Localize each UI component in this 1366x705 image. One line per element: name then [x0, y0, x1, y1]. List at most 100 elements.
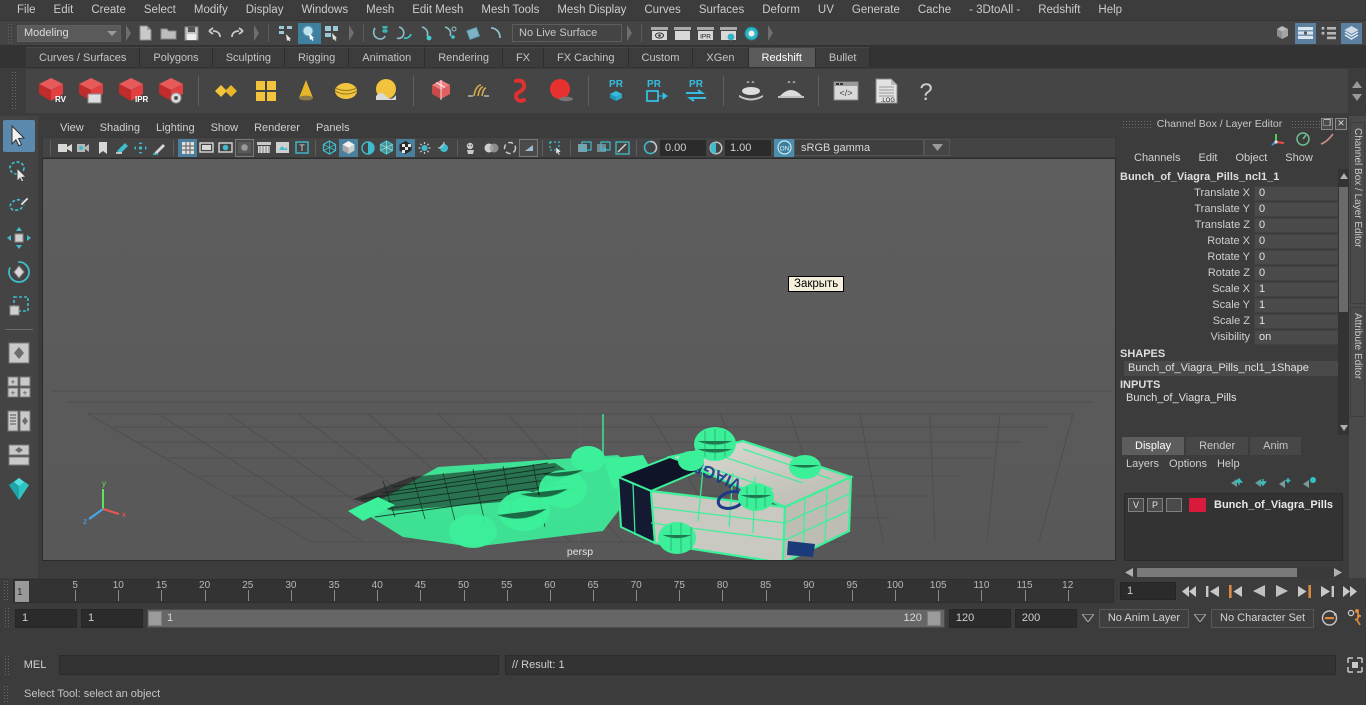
color-profile-field[interactable]: sRGB gamma: [794, 139, 924, 156]
panel-grip[interactable]: [1122, 119, 1152, 128]
exposure-value-field[interactable]: 0.00: [660, 139, 706, 156]
attr-value[interactable]: 0: [1254, 201, 1349, 217]
menu-file[interactable]: File: [8, 0, 45, 20]
four-view-layout-icon[interactable]: + + +: [3, 371, 35, 403]
anim-layer-combo[interactable]: No Anim Layer: [1098, 608, 1190, 628]
channel-box-toggle-icon[interactable]: [1341, 22, 1362, 44]
bookmark-icon[interactable]: [93, 139, 112, 157]
scroll-thumb[interactable]: [1339, 187, 1348, 312]
snap-to-view-plane-icon[interactable]: [462, 23, 485, 44]
auto-keyframe-toggle-icon[interactable]: [1318, 608, 1340, 628]
viewport-menu-show[interactable]: Show: [203, 122, 247, 134]
menu-edit[interactable]: Edit: [45, 0, 83, 20]
shade-all-icon[interactable]: [358, 139, 377, 157]
step-forward-frame-icon[interactable]: [1295, 582, 1314, 600]
attr-scale-z[interactable]: Scale Z 1: [1118, 313, 1349, 329]
layer-menu-layers[interactable]: Layers: [1126, 458, 1159, 470]
redshift-pr-export-icon[interactable]: PR: [637, 72, 675, 110]
channel-box-scrollbar[interactable]: [1338, 169, 1349, 435]
redshift-sphere-icon[interactable]: [542, 72, 580, 110]
shelf-tab-custom[interactable]: Custom: [628, 47, 694, 67]
speed-gauge-icon[interactable]: [1295, 132, 1311, 146]
command-input[interactable]: [59, 655, 499, 675]
color-management-toggle-icon[interactable]: ON: [774, 138, 794, 157]
text-display-icon[interactable]: T: [292, 139, 311, 157]
resolution-gate-icon[interactable]: [216, 139, 235, 157]
current-frame-field[interactable]: 1: [1120, 582, 1176, 600]
input-node-name[interactable]: Bunch_of_Viagra_Pills: [1118, 391, 1349, 406]
attr-translate-x[interactable]: Translate X 0: [1118, 185, 1349, 201]
redo-icon[interactable]: [226, 23, 249, 44]
attr-value[interactable]: 1: [1254, 297, 1349, 313]
new-scene-icon[interactable]: [134, 23, 157, 44]
xray-icon[interactable]: [575, 139, 594, 157]
animation-end-time-field[interactable]: 200: [1014, 608, 1077, 628]
film-gate-icon[interactable]: [197, 139, 216, 157]
range-start-handle[interactable]: [148, 610, 162, 626]
shelf-bookmark-crystal-icon[interactable]: [3, 473, 35, 505]
range-slider-grip[interactable]: [4, 607, 11, 629]
viewport-menu-lighting[interactable]: Lighting: [148, 122, 203, 134]
color-profile-dropdown[interactable]: [924, 139, 950, 156]
attr-scale-x[interactable]: Scale X 1: [1118, 281, 1349, 297]
menu-redshift[interactable]: Redshift: [1029, 0, 1089, 20]
select-by-object-type-icon[interactable]: [298, 22, 321, 44]
go-to-end-icon[interactable]: [1341, 582, 1360, 600]
perspective-viewport[interactable]: VIAGRA persp y z x Закрыть: [42, 158, 1116, 561]
snap-to-curve-icon[interactable]: [393, 23, 416, 44]
menu-edit-mesh[interactable]: Edit Mesh: [403, 0, 472, 20]
ambient-occlusion-icon[interactable]: [481, 139, 500, 157]
layer-horizontal-scrollbar[interactable]: [1124, 567, 1343, 578]
shelf-tab-rigging[interactable]: Rigging: [284, 47, 350, 67]
redshift-render-view-icon[interactable]: RV: [32, 72, 70, 110]
screen-space-ao-icon[interactable]: [519, 138, 538, 157]
script-editor-icon[interactable]: </>: [827, 72, 865, 110]
two-d-pan-icon[interactable]: [273, 139, 292, 157]
menu-mesh-tools[interactable]: Mesh Tools: [472, 0, 548, 20]
paint-select-tool[interactable]: [3, 188, 35, 220]
help-question-icon[interactable]: ?: [907, 72, 945, 110]
character-set-combo[interactable]: No Character Set: [1211, 608, 1314, 628]
xray-joints-icon[interactable]: [594, 139, 613, 157]
attr-value[interactable]: 1: [1254, 281, 1349, 297]
use-default-lighting-icon[interactable]: [415, 139, 434, 157]
undock-panel-icon[interactable]: ❐: [1321, 117, 1333, 130]
image-plane-icon[interactable]: [112, 139, 131, 157]
redo-render-icon[interactable]: [671, 23, 694, 44]
select-by-component-type-icon[interactable]: [321, 23, 344, 44]
attr-value[interactable]: 1: [1254, 313, 1349, 329]
playback-end-time-field[interactable]: 120: [948, 608, 1011, 628]
attr-rotate-y[interactable]: Rotate Y 0: [1118, 249, 1349, 265]
isolate-select-icon[interactable]: [547, 139, 566, 157]
xray-active-components-icon[interactable]: [613, 139, 632, 157]
help-line-grip[interactable]: [3, 684, 10, 703]
bake-all-icon[interactable]: [772, 72, 810, 110]
step-back-frame-icon[interactable]: [1226, 582, 1245, 600]
render-current-frame-icon[interactable]: [648, 23, 671, 44]
redshift-matte-icon[interactable]: [247, 72, 285, 110]
gamma-value-field[interactable]: 1.00: [725, 139, 771, 156]
hypershade-icon[interactable]: [740, 23, 763, 44]
scale-tool[interactable]: [3, 290, 35, 322]
anim-layer-dropdown-icon[interactable]: [1081, 609, 1095, 628]
redshift-volume-icon[interactable]: [422, 72, 460, 110]
live-surface-field[interactable]: No Live Surface: [512, 24, 622, 42]
hscroll-left-icon[interactable]: [1125, 568, 1134, 577]
two-d-pan-zoom-icon[interactable]: [131, 139, 150, 157]
menu-3dtoall[interactable]: - 3DtoAll -: [960, 0, 1029, 20]
redshift-environment-icon[interactable]: [367, 72, 405, 110]
select-tool[interactable]: [3, 120, 35, 152]
outliner-persp-layout-icon[interactable]: [3, 405, 35, 437]
shelf-tab-rendering[interactable]: Rendering: [425, 47, 503, 67]
curve-tool-icon[interactable]: [462, 72, 500, 110]
tab-anim[interactable]: Anim: [1250, 437, 1302, 455]
command-language-label[interactable]: MEL: [17, 659, 53, 671]
layer-name[interactable]: Bunch_of_Viagra_Pills: [1214, 499, 1333, 511]
single-perspective-layout-icon[interactable]: [3, 337, 35, 369]
wireframe-shading-icon[interactable]: [320, 139, 339, 157]
layer-display-type-toggle[interactable]: [1166, 497, 1182, 512]
scroll-down-icon[interactable]: [1339, 423, 1348, 433]
menu-surfaces[interactable]: Surfaces: [690, 0, 753, 20]
manipulator-axis-icon[interactable]: [1271, 132, 1287, 146]
cb-menu-object[interactable]: Object: [1227, 152, 1275, 164]
